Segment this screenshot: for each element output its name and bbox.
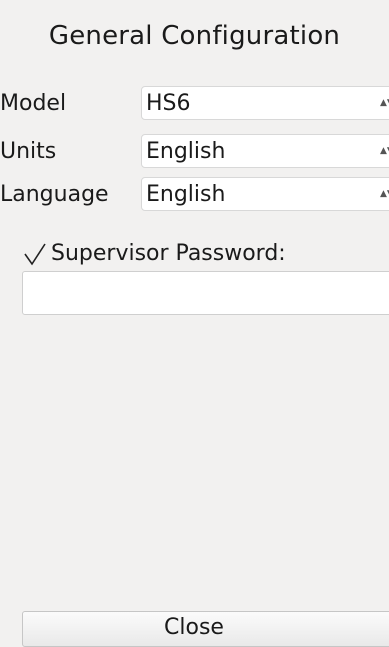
dropdown-arrow-icon: ▲▼: [380, 98, 389, 108]
units-select[interactable]: English ▲▼: [141, 134, 389, 168]
model-label: Model: [0, 91, 67, 116]
supervisor-password-label[interactable]: Supervisor Password:: [51, 240, 286, 268]
model-select-value: HS6: [146, 91, 191, 116]
units-row: Units English ▲▼: [0, 134, 389, 170]
close-button[interactable]: Close: [22, 611, 389, 647]
close-button-label: Close: [164, 615, 224, 640]
model-row: Model HS6 ▲▼: [0, 86, 389, 122]
checkmark-icon: [24, 243, 46, 266]
supervisor-password-row: Supervisor Password:: [0, 236, 389, 272]
supervisor-password-input[interactable]: [22, 271, 389, 315]
language-row: Language English ▲▼: [0, 177, 389, 213]
model-select[interactable]: HS6 ▲▼: [141, 86, 389, 120]
language-label: Language: [0, 182, 109, 207]
dropdown-arrow-icon: ▲▼: [380, 146, 389, 156]
language-select-value: English: [146, 182, 226, 207]
page-title: General Configuration: [48, 21, 341, 51]
supervisor-password-checkbox[interactable]: [22, 241, 48, 267]
units-label: Units: [0, 139, 57, 164]
units-select-value: English: [146, 139, 226, 164]
language-select[interactable]: English ▲▼: [141, 177, 389, 211]
dropdown-arrow-icon: ▲▼: [380, 189, 389, 199]
